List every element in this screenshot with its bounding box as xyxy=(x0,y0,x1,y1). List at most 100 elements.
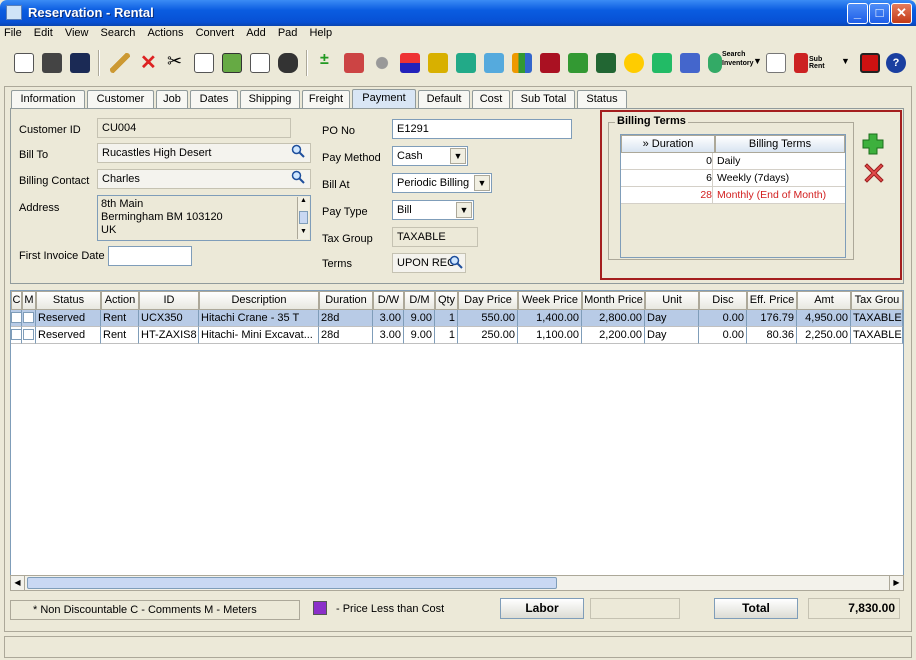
search-icon[interactable] xyxy=(291,144,305,158)
eff-price-cell[interactable]: 80.36 xyxy=(747,327,797,344)
scroll-thumb[interactable] xyxy=(299,211,308,224)
col-header-duration[interactable]: Duration xyxy=(319,291,373,310)
meter-checkbox[interactable] xyxy=(23,312,34,323)
edit-button[interactable] xyxy=(106,48,134,78)
dw-cell[interactable]: 3.00 xyxy=(373,310,404,327)
col-header-dm[interactable]: D/M xyxy=(404,291,435,310)
search-icon[interactable] xyxy=(291,170,305,184)
meter-checkbox[interactable] xyxy=(23,329,34,340)
tab-payment[interactable]: Payment xyxy=(352,89,416,109)
col-header-action[interactable]: Action xyxy=(101,291,139,310)
maximize-button[interactable]: □ xyxy=(869,3,890,24)
col-header-dw[interactable]: D/W xyxy=(373,291,404,310)
amt-cell[interactable]: 2,250.00 xyxy=(797,327,851,344)
col-header-day-price[interactable]: Day Price xyxy=(458,291,518,310)
col-header-eff-price[interactable]: Eff. Price xyxy=(747,291,797,310)
tab-shipping[interactable]: Shipping xyxy=(240,90,300,108)
menu-help[interactable]: Help xyxy=(309,27,332,39)
first-invoice-date-field[interactable] xyxy=(108,246,192,266)
comment-checkbox[interactable] xyxy=(11,329,21,340)
col-header-unit[interactable]: Unit xyxy=(645,291,699,310)
meter-cell[interactable] xyxy=(22,310,36,327)
horizontal-scrollbar[interactable]: ◀ ▶ xyxy=(10,575,904,591)
tax-group-cell[interactable]: TAXABLE xyxy=(851,310,903,327)
tool-button-5[interactable] xyxy=(452,48,480,78)
col-header-id[interactable]: ID xyxy=(139,291,199,310)
col-header-disc[interactable]: Disc xyxy=(699,291,747,310)
week-price-cell[interactable]: 1,100.00 xyxy=(518,327,582,344)
tool-button-6[interactable] xyxy=(480,48,508,78)
col-header-tax-group[interactable]: Tax Grou xyxy=(851,291,903,310)
pay-button[interactable] xyxy=(536,48,564,78)
col-header-c[interactable]: C xyxy=(11,291,22,310)
billing-contact-field[interactable]: Charles xyxy=(97,169,311,189)
action-cell[interactable]: Rent xyxy=(101,327,139,344)
bill-at-select[interactable]: Periodic Billing ▼ xyxy=(392,173,492,193)
address-scrollbar[interactable]: ▲ ▼ xyxy=(297,197,309,239)
chevron-down-icon[interactable]: ▼ xyxy=(456,202,472,218)
col-header-week-price[interactable]: Week Price xyxy=(518,291,582,310)
tool-button-12[interactable] xyxy=(762,48,790,78)
menu-file[interactable]: File xyxy=(4,27,22,39)
sub-rent-button[interactable]: Sub Rent xyxy=(790,48,840,78)
billing-terms-row[interactable]: 6 Weekly (7days) xyxy=(621,170,845,187)
day-price-cell[interactable]: 250.00 xyxy=(458,327,518,344)
paste-button[interactable] xyxy=(218,48,246,78)
menu-view[interactable]: View xyxy=(65,27,89,39)
qty-cell[interactable]: 1 xyxy=(435,327,458,344)
comment-cell[interactable] xyxy=(11,327,22,344)
add-billing-term-button[interactable] xyxy=(861,132,885,156)
tool-button-1[interactable] xyxy=(340,48,368,78)
tool-button-11[interactable] xyxy=(676,48,704,78)
toolbar-dropdown-1[interactable]: ▼ xyxy=(752,48,762,78)
table-row[interactable]: Reserved Rent UCX350 Hitachi Crane - 35 … xyxy=(11,310,903,327)
billing-terms-row[interactable]: 28 Monthly (End of Month) xyxy=(621,187,845,204)
col-header-amt[interactable]: Amt xyxy=(797,291,851,310)
tool-button-2[interactable] xyxy=(368,48,396,78)
tab-dates[interactable]: Dates xyxy=(190,90,238,108)
comment-checkbox[interactable] xyxy=(11,312,21,323)
col-header-month-price[interactable]: Month Price xyxy=(582,291,645,310)
day-price-cell[interactable]: 550.00 xyxy=(458,310,518,327)
billing-terms-row[interactable]: 0 Daily xyxy=(621,153,845,170)
chevron-down-icon[interactable]: ▼ xyxy=(474,175,490,191)
search-inventory-button[interactable]: Search Inventory xyxy=(704,48,754,78)
tool-button-9[interactable] xyxy=(620,48,648,78)
dm-cell[interactable]: 9.00 xyxy=(404,327,435,344)
chevron-down-icon[interactable]: ▼ xyxy=(450,148,466,164)
duration-cell[interactable]: 28d xyxy=(319,310,373,327)
tab-status[interactable]: Status xyxy=(577,90,627,108)
billing-terms-col-terms[interactable]: Billing Terms xyxy=(715,135,845,153)
toolbar-dropdown-2[interactable]: ▼ xyxy=(840,48,850,78)
scroll-right-icon[interactable]: ▶ xyxy=(889,576,903,590)
eff-price-cell[interactable]: 176.79 xyxy=(747,310,797,327)
scroll-thumb[interactable] xyxy=(27,577,557,589)
minimize-button[interactable]: _ xyxy=(847,3,868,24)
scroll-up-icon[interactable]: ▲ xyxy=(298,197,309,208)
dm-cell[interactable]: 9.00 xyxy=(404,310,435,327)
meter-cell[interactable] xyxy=(22,327,36,344)
copy-button[interactable] xyxy=(190,48,218,78)
tab-default[interactable]: Default xyxy=(418,90,470,108)
disc-cell[interactable]: 0.00 xyxy=(699,310,747,327)
tab-cost[interactable]: Cost xyxy=(472,90,510,108)
description-cell[interactable]: Hitachi- Mini Excavat... xyxy=(199,327,319,344)
po-field[interactable]: E1291 xyxy=(392,119,572,139)
clipboard-button[interactable] xyxy=(246,48,274,78)
bill-to-field[interactable]: Rucastles High Desert xyxy=(97,143,311,163)
billing-terms-table[interactable]: » Duration Billing Terms 0 Daily 6 Weekl… xyxy=(620,134,846,258)
tab-customer[interactable]: Customer xyxy=(87,90,154,108)
line-items-grid[interactable]: C M Status Action ID Description Duratio… xyxy=(10,290,904,590)
tab-sub-total[interactable]: Sub Total xyxy=(512,90,575,108)
duration-cell[interactable]: 28d xyxy=(319,327,373,344)
tool-button-3[interactable] xyxy=(396,48,424,78)
status-cell[interactable]: Reserved xyxy=(36,327,101,344)
menu-convert[interactable]: Convert xyxy=(196,27,235,39)
menu-actions[interactable]: Actions xyxy=(147,27,183,39)
id-cell[interactable]: HT-ZAXIS8 xyxy=(139,327,199,344)
exit-button[interactable] xyxy=(856,48,884,78)
cut-button[interactable]: ✂ xyxy=(162,48,190,78)
id-cell[interactable]: UCX350 xyxy=(139,310,199,327)
action-cell[interactable]: Rent xyxy=(101,310,139,327)
tax-group-cell[interactable]: TAXABLE xyxy=(851,327,903,344)
